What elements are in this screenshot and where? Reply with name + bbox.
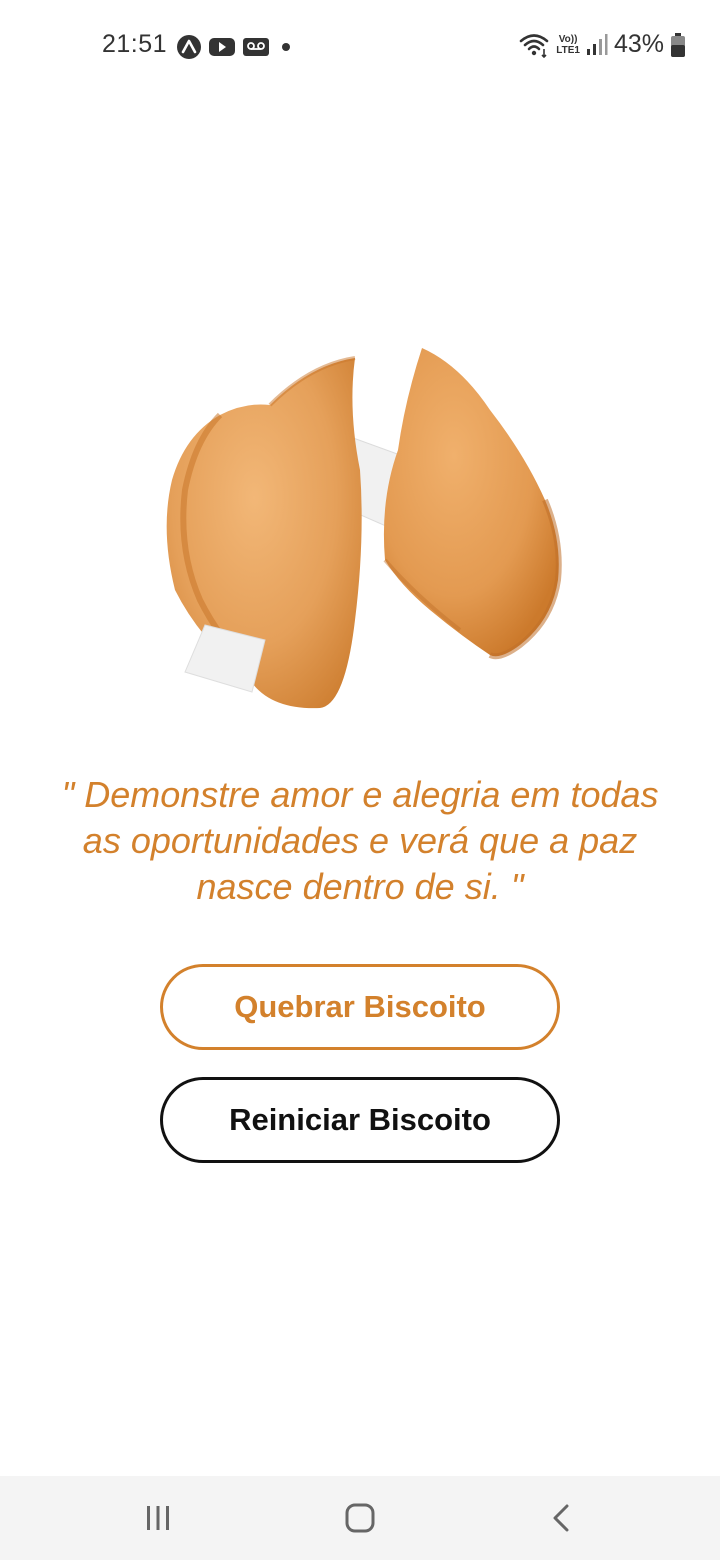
- expo-go-icon: [177, 35, 201, 59]
- app-screen: 21:51 Vo)) LTE1 43% " Demonstre amor e a…: [0, 0, 720, 1560]
- reset-cookie-label: Reiniciar Biscoito: [229, 1102, 491, 1137]
- back-icon: [553, 1504, 569, 1532]
- recent-apps-button[interactable]: [136, 1496, 180, 1540]
- home-button[interactable]: [338, 1496, 382, 1540]
- back-button[interactable]: [540, 1496, 584, 1540]
- home-icon: [345, 1503, 375, 1533]
- recent-apps-icon: [147, 1506, 169, 1530]
- break-cookie-label: Quebrar Biscoito: [234, 989, 486, 1024]
- break-cookie-button[interactable]: Quebrar Biscoito: [160, 964, 560, 1050]
- volte-label: Vo)): [558, 33, 578, 45]
- lte-label: LTE1: [556, 44, 580, 56]
- voicemail-icon: [243, 38, 269, 56]
- status-bar: 21:51 Vo)) LTE1 43%: [0, 0, 720, 92]
- wifi-icon: [519, 33, 549, 58]
- fortune-cookie-illustration: [166, 348, 562, 709]
- signal-icon: [586, 33, 608, 55]
- volte-indicator: Vo)) LTE1: [556, 34, 580, 56]
- notification-icons: [176, 34, 296, 60]
- reset-cookie-button[interactable]: Reiniciar Biscoito: [160, 1077, 560, 1163]
- fortune-cookie-image: [160, 340, 570, 720]
- navigation-bar: [0, 1476, 720, 1560]
- battery-percent: 43%: [613, 30, 664, 58]
- status-time: 21:51: [102, 30, 168, 58]
- fortune-quote: " Demonstre amor e alegria em todas as o…: [61, 774, 659, 907]
- system-status-icons: Vo)) LTE1 43%: [518, 30, 686, 59]
- battery-icon: [671, 32, 685, 57]
- youtube-icon: [209, 38, 235, 56]
- dot-icon: [282, 43, 290, 51]
